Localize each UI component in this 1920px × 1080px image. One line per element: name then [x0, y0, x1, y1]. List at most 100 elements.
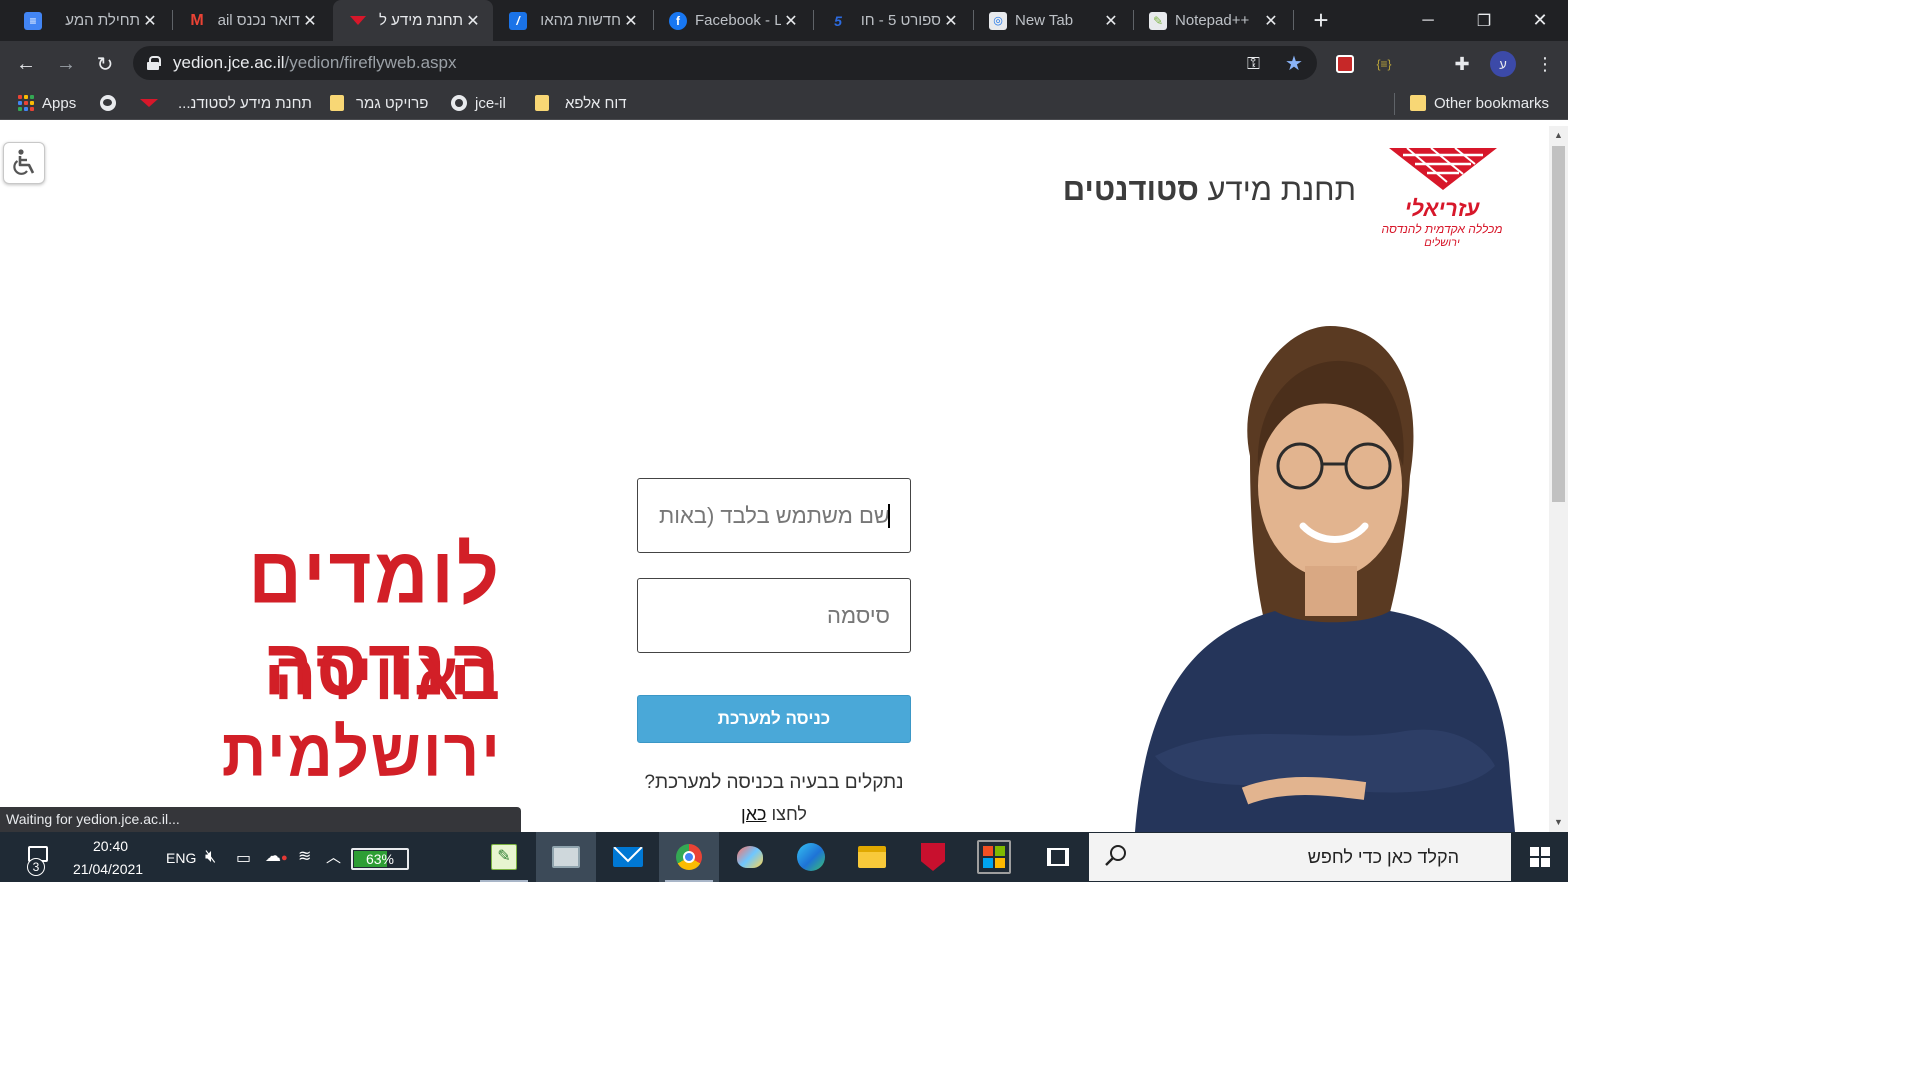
taskbar-mail[interactable] [598, 832, 658, 882]
notepadpp-icon: ✎ [1149, 11, 1167, 30]
input-language[interactable]: ENG [166, 850, 196, 866]
new-tab-icon: ◎ [989, 11, 1007, 30]
close-window-button[interactable]: ✕ [1512, 0, 1568, 41]
bookmark-alpha-report[interactable]: דוח אלפא [535, 91, 627, 115]
sport5-icon: 5 [834, 12, 842, 29]
browser-toolbar: ← → ↻ yedion.jce.ac.il/yedion/fireflyweb… [0, 41, 1568, 86]
bookmark-label: Apps [42, 94, 77, 112]
address-bar[interactable]: yedion.jce.ac.il/yedion/fireflyweb.aspx … [133, 46, 1317, 80]
login-button[interactable]: כניסה למערכת [637, 695, 911, 743]
azrieli-icon [349, 12, 367, 30]
menu-kebab-icon[interactable]: ⋮ [1532, 51, 1558, 77]
help-line: לחצו כאן [741, 804, 807, 824]
url-text[interactable]: yedion.jce.ac.il/yedion/fireflyweb.aspx [173, 53, 457, 73]
status-bubble: Waiting for yedion.jce.ac.il... [0, 807, 521, 832]
taskbar-paint3d[interactable] [720, 832, 780, 882]
tab-new-tab[interactable]: ◎ New Tab ✕ [973, 0, 1131, 41]
taskbar-task-view[interactable] [1028, 832, 1088, 882]
extension-json-icon[interactable]: {≡} [1371, 51, 1397, 77]
logo-subtitle: מכללה אקדמית להנדסה [1381, 222, 1503, 236]
tab-sport5[interactable]: 5 ספורט 5 - חו ✕ [813, 0, 971, 41]
clock-time[interactable]: 20:40 [93, 838, 128, 854]
taskbar-snipping[interactable] [536, 832, 596, 882]
facebook-icon: f [669, 11, 687, 30]
folder-icon [330, 95, 344, 111]
extensions-puzzle-icon[interactable]: ✚ [1449, 51, 1475, 77]
scroll-thumb[interactable] [1552, 146, 1565, 502]
taskbar-mcafee[interactable] [903, 832, 963, 882]
bookmark-jce-il[interactable]: jce-il [451, 91, 506, 115]
tab-title: דואר נכנס ail [217, 12, 300, 29]
battery-tray-icon[interactable]: ▭ [236, 848, 251, 868]
close-tab-icon[interactable]: ✕ [463, 11, 483, 31]
profile-avatar[interactable]: ע [1490, 51, 1516, 77]
close-tab-icon[interactable]: ✕ [300, 11, 320, 31]
tab-title: תחילת המע [65, 12, 140, 29]
battery-percent: 63% [365, 851, 395, 867]
key-icon[interactable]: ⚿ [1247, 54, 1260, 74]
snipping-tool-icon [552, 846, 580, 868]
password-input[interactable] [637, 578, 911, 653]
lock-icon[interactable] [147, 56, 161, 70]
windows-logo-icon [1530, 847, 1550, 867]
taskbar-file-explorer[interactable] [842, 832, 902, 882]
tab-docs[interactable]: ≡ תחילת המע ✕ [8, 0, 170, 41]
cloud-error-icon[interactable]: ☁● [265, 846, 288, 866]
back-button[interactable]: ← [10, 48, 42, 80]
bookmark-label: תחנת מידע לסטודנ... [178, 94, 312, 112]
restore-button[interactable]: ❐ [1456, 0, 1512, 41]
start-button[interactable] [1512, 832, 1568, 882]
wifi-icon[interactable]: ≋ [298, 846, 311, 866]
minimize-button[interactable]: ─ [1400, 0, 1456, 41]
battery-indicator[interactable]: 63% [351, 848, 409, 870]
reload-button[interactable]: ↻ [89, 48, 121, 80]
tab-facebook[interactable]: f Facebook - L ✕ [653, 0, 811, 41]
notepadpp-icon: ✎ [491, 844, 517, 870]
tab-notepadpp[interactable]: ✎ Notepad++ ✕ [1133, 0, 1291, 41]
scroll-up-icon[interactable]: ▲ [1553, 130, 1564, 141]
taskbar-chrome[interactable] [659, 832, 719, 882]
close-tab-icon[interactable]: ✕ [621, 11, 641, 31]
apps-grid-icon [18, 95, 34, 111]
page-scrollbar[interactable]: ▲ ▼ [1549, 126, 1568, 832]
bookmark-other[interactable]: Other bookmarks [1410, 91, 1549, 115]
username-input[interactable] [637, 478, 911, 553]
bookmark-star-icon[interactable]: ★ [1285, 51, 1303, 76]
azrieli-logo[interactable]: עזריאלי מכללה אקדמית להנדסה ירושלים [1367, 142, 1517, 252]
forward-button[interactable]: → [50, 48, 82, 80]
accessibility-button[interactable] [3, 142, 45, 184]
tab-yedion[interactable]: תחנת מידע ל ✕ [333, 0, 493, 41]
bookmark-yedion[interactable]: תחנת מידע לסטודנ... [140, 91, 312, 115]
bookmark-label: פרויקט גמר [356, 94, 429, 112]
tab-title: חדשות מהאו [540, 12, 621, 29]
taskbar-edge[interactable] [781, 832, 841, 882]
close-tab-icon[interactable]: ✕ [781, 11, 801, 31]
taskbar-store[interactable] [964, 832, 1024, 882]
volume-muted-icon[interactable]: 🔇︎ [205, 846, 216, 867]
close-tab-icon[interactable]: ✕ [941, 11, 961, 31]
bookmark-final-project[interactable]: פרויקט גמר [330, 91, 428, 115]
scroll-down-icon[interactable]: ▼ [1553, 817, 1564, 828]
clock-date[interactable]: 21/04/2021 [73, 861, 143, 877]
close-tab-icon[interactable]: ✕ [1261, 11, 1281, 31]
action-center-button[interactable]: 3 [10, 832, 66, 882]
taskbar-search-box[interactable]: הקלד כאן כדי לחפש [1088, 832, 1512, 882]
help-link[interactable]: כאן [741, 804, 766, 824]
close-tab-icon[interactable]: ✕ [140, 11, 160, 31]
gmail-icon: M [190, 11, 204, 29]
close-tab-icon[interactable]: ✕ [1101, 11, 1121, 31]
store-icon [977, 840, 1011, 874]
tab-news[interactable]: / חדשות מהאו ✕ [493, 0, 651, 41]
folder-icon [1410, 95, 1426, 111]
new-tab-button[interactable]: + [1308, 7, 1334, 34]
web-page: עזריאלי מכללה אקדמית להנדסה ירושלים תחנת… [0, 126, 1549, 832]
taskbar-notepadpp[interactable]: ✎ [474, 832, 534, 882]
tab-gmail[interactable]: M דואר נכנס ail ✕ [172, 0, 330, 41]
show-hidden-icons[interactable]: ︿ [326, 846, 341, 867]
text-caret [888, 504, 890, 528]
bookmark-globe[interactable] [100, 91, 124, 115]
bookmark-label: jce-il [475, 94, 506, 112]
azrieli-icon [140, 95, 158, 111]
extension-shield-icon[interactable] [1332, 51, 1358, 77]
bookmark-apps[interactable]: Apps [18, 91, 76, 115]
